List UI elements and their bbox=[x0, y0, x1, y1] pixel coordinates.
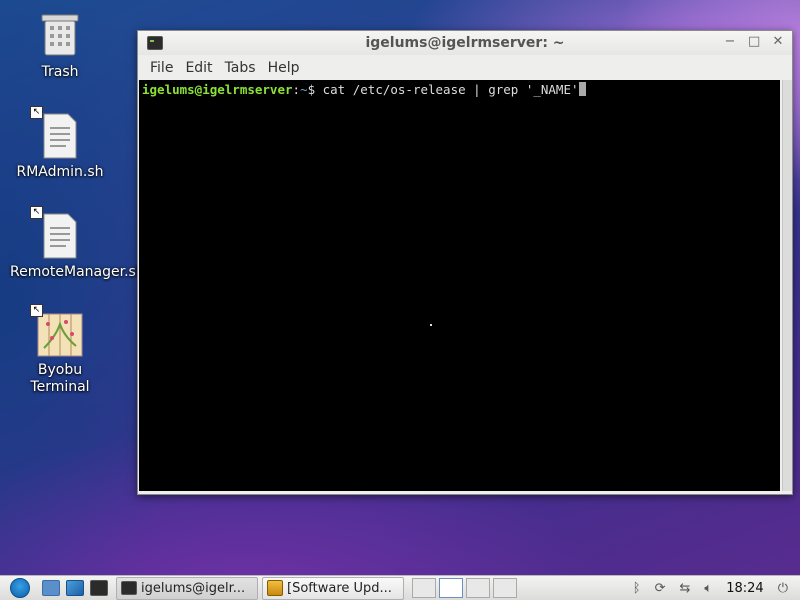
prompt-symbol: $ bbox=[307, 82, 316, 97]
taskbar-task-software-updater[interactable]: [Software Upd... bbox=[262, 576, 404, 600]
close-button[interactable]: ✕ bbox=[772, 34, 784, 49]
task-label: [Software Upd... bbox=[287, 580, 392, 596]
shortcut-arrow-icon: ↖ bbox=[30, 206, 43, 219]
script-file-icon: ↖ bbox=[30, 206, 84, 260]
terminal-cursor bbox=[578, 82, 586, 96]
menubar: File Edit Tabs Help bbox=[138, 55, 792, 81]
window-title: igelums@igelrmserver: ~ bbox=[365, 35, 565, 51]
workspace-1[interactable] bbox=[412, 578, 436, 598]
power-icon[interactable]: ⏻ bbox=[778, 581, 788, 596]
package-icon bbox=[267, 580, 283, 596]
maximize-button[interactable]: □ bbox=[748, 34, 760, 49]
byobu-icon: ↖ bbox=[30, 304, 84, 358]
workspace-4[interactable] bbox=[493, 578, 517, 598]
taskbar-task-terminal[interactable]: igelums@igelr... bbox=[116, 576, 258, 600]
taskbar: igelums@igelr... [Software Upd... ᛒ ⟳ ⇆ … bbox=[0, 575, 800, 600]
quicklaunch-desktop-switch[interactable] bbox=[64, 577, 86, 599]
menu-tabs[interactable]: Tabs bbox=[219, 58, 262, 78]
desktop-icon-label: Trash bbox=[41, 64, 79, 80]
desktop-icon-label: RMAdmin.sh bbox=[16, 164, 104, 180]
file-manager-icon bbox=[42, 580, 60, 596]
menu-edit[interactable]: Edit bbox=[179, 58, 218, 78]
shortcut-arrow-icon: ↖ bbox=[30, 106, 43, 119]
terminal-area[interactable]: igelums@igelrmserver:~$ cat /etc/os-rele… bbox=[139, 80, 780, 491]
prompt-path: ~ bbox=[300, 82, 308, 97]
terminal-command: cat /etc/os-release | grep '_NAME' bbox=[315, 82, 579, 97]
desktop-icon-rmadmin[interactable]: ↖ RMAdmin.sh bbox=[0, 106, 120, 181]
network-icon[interactable]: ⇆ bbox=[680, 581, 691, 596]
menu-help[interactable]: Help bbox=[262, 58, 306, 78]
prompt-user-host: igelums@igelrmserver bbox=[142, 82, 293, 97]
window-titlebar[interactable]: igelums@igelrmserver: ~ − □ ✕ bbox=[138, 31, 792, 55]
quicklaunch-file-manager[interactable] bbox=[40, 577, 62, 599]
clock[interactable]: 18:24 bbox=[726, 581, 763, 596]
terminal-scrollbar[interactable] bbox=[782, 80, 792, 491]
desktop-icon-remotemanager[interactable]: ↖ RemoteManager.sh bbox=[0, 206, 145, 281]
minimize-button[interactable]: − bbox=[724, 34, 736, 49]
shortcut-arrow-icon: ↖ bbox=[30, 304, 43, 317]
workspace-pager bbox=[412, 578, 517, 598]
desktop-icon-label: RemoteManager.sh bbox=[10, 264, 145, 280]
show-desktop-icon bbox=[66, 580, 84, 596]
terminal-window: igelums@igelrmserver: ~ − □ ✕ File Edit … bbox=[137, 30, 793, 495]
desktop-icon-byobu[interactable]: ↖ Byobu Terminal bbox=[0, 304, 120, 396]
workspace-2[interactable] bbox=[439, 578, 463, 598]
prompt-separator: : bbox=[292, 82, 301, 97]
volume-icon[interactable]: 🔈︎ bbox=[704, 581, 712, 596]
bluetooth-icon[interactable]: ᛒ bbox=[633, 581, 641, 596]
terminal-icon bbox=[90, 580, 108, 596]
terminal-icon bbox=[121, 581, 137, 595]
trash-icon bbox=[36, 12, 84, 60]
system-tray: ᛒ ⟳ ⇆ 🔈︎ 18:24 ⏻ bbox=[633, 581, 800, 596]
lubuntu-logo-icon bbox=[10, 578, 30, 598]
script-file-icon: ↖ bbox=[30, 106, 84, 160]
desktop-icon-trash[interactable]: Trash bbox=[0, 12, 120, 81]
workspace-3[interactable] bbox=[466, 578, 490, 598]
update-icon[interactable]: ⟳ bbox=[655, 581, 666, 596]
mouse-pointer bbox=[430, 324, 432, 326]
task-label: igelums@igelr... bbox=[141, 580, 246, 596]
menu-file[interactable]: File bbox=[144, 58, 179, 78]
start-menu-button[interactable] bbox=[0, 577, 40, 599]
desktop-icon-label: Byobu Terminal bbox=[30, 362, 90, 395]
desktop: Trash ↖ RMAdmin.sh ↖ RemoteManager.sh ↖ … bbox=[0, 0, 800, 600]
quicklaunch-terminal[interactable] bbox=[88, 577, 110, 599]
